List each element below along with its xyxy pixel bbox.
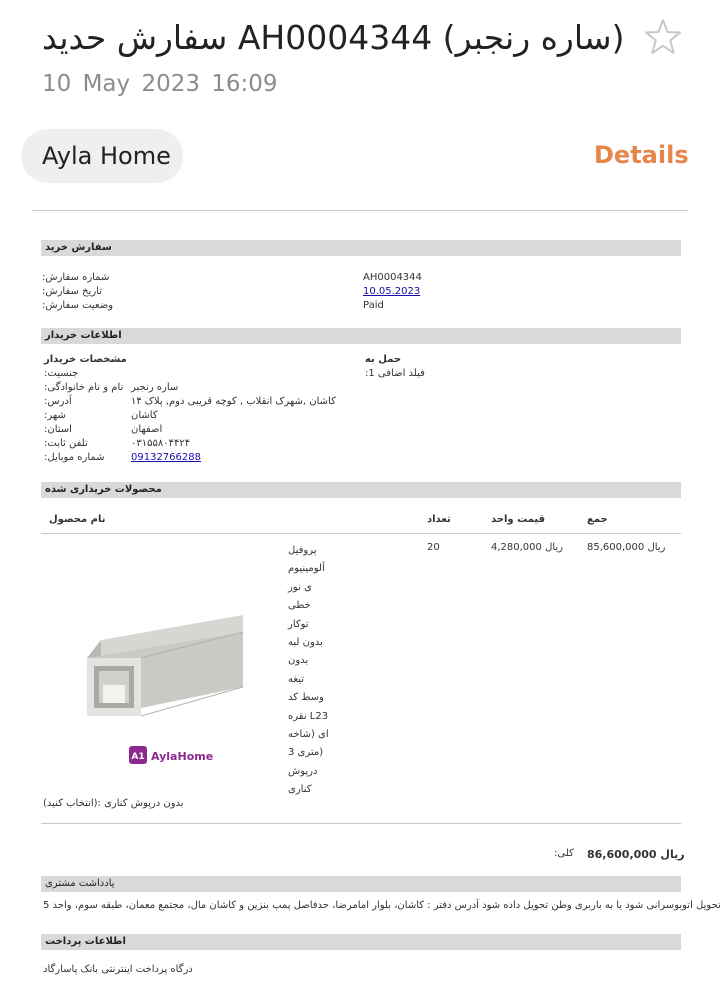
star-outline-icon[interactable] <box>644 18 682 56</box>
products-table-header: نام محصول تعداد قیمت واحد جمع <box>41 506 681 534</box>
table-row: A1 AylaHome پروفیل آلومینیوم ی نور خطی ت… <box>41 534 681 824</box>
address-label: :آدرس <box>44 396 72 407</box>
product-qty: 20 <box>427 542 440 553</box>
details-link[interactable]: Details <box>594 141 689 169</box>
divider <box>32 210 688 211</box>
mobile-link[interactable]: 09132766288 <box>131 452 201 463</box>
address-value: کاشان ,شهرک انقلاب , کوچه قریبی دوم, پلا… <box>131 396 336 407</box>
customer-note: تحویل اتوبوسرانی شود یا به باربری وطن تح… <box>43 900 720 911</box>
mobile-label: :شماره موبایل <box>44 452 105 463</box>
extra-field-label: :فیلد اضافی 1 <box>365 368 425 379</box>
order-date-link[interactable]: 10.05.2023 <box>363 286 420 297</box>
col-product-name: نام محصول <box>49 514 106 525</box>
product-option: (انتخاب کنید): بدون درپوش کناری <box>43 798 184 809</box>
city-label: :شهر <box>44 410 66 421</box>
section-bar-order: سفارش خرید <box>41 240 681 256</box>
shipping-title: حمل به <box>365 354 402 365</box>
buyer-details-title: مشخصات خریدار <box>44 354 127 365</box>
sender-chip[interactable]: Ayla Home <box>21 129 183 183</box>
section-bar-payment: اطلاعات پرداخت <box>41 934 681 950</box>
name-label: :نام و نام خانوادگی <box>44 382 124 393</box>
section-bar-note: یادداشت مشتری <box>41 876 681 892</box>
col-total: جمع <box>587 514 608 525</box>
email-body: سفارش خرید :شماره سفارش :تاریخ سفارش :وض… <box>41 240 720 975</box>
email-subject: سفارش حدید AH0004344 (ساره رنجبر) <box>42 18 625 57</box>
col-qty: تعداد <box>427 514 451 525</box>
order-number-value: AH0004344 <box>363 272 422 283</box>
order-status-label: :وضعیت سفارش <box>42 300 114 311</box>
product-image: A1 AylaHome <box>43 540 283 778</box>
payment-method: درگاه پرداخت اینترنتی بانک پاسارگاد <box>43 964 193 975</box>
phone-label: :تلفن ثابت <box>44 438 88 449</box>
province-label: :استان <box>44 424 72 435</box>
section-bar-products: محصولات خریداری شده <box>41 482 681 498</box>
brand-name: AylaHome <box>151 750 213 763</box>
total-value: 86,600,000 ریال <box>587 848 685 861</box>
product-name[interactable]: پروفیل آلومینیوم ی نور خطی توکار بدون لب… <box>288 542 332 800</box>
province-value: اصفهان <box>131 424 163 435</box>
phone-value: ۰۳۱۵۵۸۰۴۴۲۴ <box>131 438 191 449</box>
order-date-label: :تاریخ سفارش <box>42 286 102 297</box>
brand-mark: A1 <box>131 752 144 762</box>
section-bar-buyer: اطلاعات خریدار <box>41 328 681 344</box>
gender-label: :جنسیت <box>44 368 79 379</box>
total-label: :کلی <box>554 848 574 859</box>
name-value: ساره رنجبر <box>131 382 179 393</box>
city-value: کاشان <box>131 410 158 421</box>
order-number-label: :شماره سفارش <box>42 272 110 283</box>
order-status-value: Paid <box>363 300 384 311</box>
buyer-info: مشخصات خریدار حمل به :فیلد اضافی 1 :جنسی… <box>41 344 681 482</box>
order-info: :شماره سفارش :تاریخ سفارش :وضعیت سفارش A… <box>41 256 681 328</box>
order-total: :کلی 86,600,000 ریال <box>41 824 685 876</box>
email-date: 10 May 2023 16:09 <box>42 71 278 97</box>
col-unit-price: قیمت واحد <box>491 514 546 525</box>
product-total: 85,600,000 ریال <box>587 542 666 553</box>
product-unit-price: 4,280,000 ریال <box>491 542 564 553</box>
